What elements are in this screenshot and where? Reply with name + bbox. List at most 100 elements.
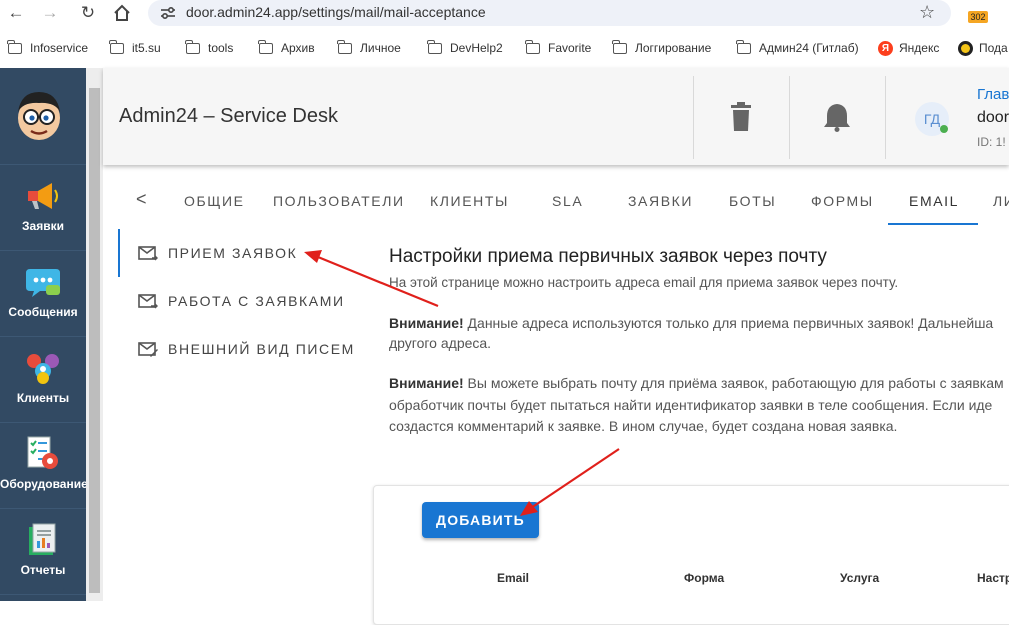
folder-icon	[736, 39, 751, 54]
nav-label: Сообщения	[8, 305, 78, 319]
mail-edit-icon	[138, 342, 158, 357]
megaphone-icon	[28, 183, 58, 209]
online-status-dot	[940, 125, 948, 133]
nav-item-clients[interactable]: Клиенты	[0, 337, 86, 423]
add-button[interactable]: ДОБАВИТЬ	[422, 502, 539, 538]
tab-general[interactable]: ОБЩИЕ	[184, 193, 245, 209]
nav-label: Оборудование	[0, 477, 88, 491]
header-divider	[885, 76, 886, 159]
page-title: Настройки приема первичных заявок через …	[389, 246, 827, 267]
header-divider	[789, 76, 790, 159]
trash-icon[interactable]	[729, 102, 753, 132]
extension-icon[interactable]: 302	[968, 0, 990, 24]
column-header-settings[interactable]: Настр	[977, 571, 1009, 585]
bookmarks-bar: Infoservice it5.su tools Архив Личное De…	[0, 36, 1009, 60]
active-tab-indicator	[888, 223, 978, 225]
user-name: door	[977, 109, 1009, 126]
user-role-link[interactable]: Глав	[977, 86, 1009, 103]
folder-icon	[337, 39, 352, 54]
warning-2: Внимание! Вы можете выбрать почту для пр…	[389, 373, 1004, 393]
bookmark-item[interactable]: Infoservice	[7, 39, 88, 57]
nav-item-messages[interactable]: Сообщения	[0, 251, 86, 337]
mail-forward-icon	[138, 294, 158, 309]
warning-1-cont: другого адреса.	[389, 335, 492, 351]
column-header-form[interactable]: Форма	[684, 571, 724, 585]
column-header-email[interactable]: Email	[497, 571, 529, 585]
subnav-label: ВНЕШНИЙ ВИД ПИСЕМ	[168, 341, 355, 357]
subnav-item-acceptance[interactable]: ПРИЕМ ЗАЯВОК	[138, 243, 297, 263]
bookmark-item[interactable]: Пода	[958, 39, 1008, 57]
bookmark-item[interactable]: Favorite	[525, 39, 591, 57]
app-header: Admin24 – Service Desk ГД Глав door ID: …	[103, 68, 1009, 165]
site-settings-icon[interactable]	[160, 6, 176, 20]
folder-icon	[258, 39, 273, 54]
avatar-initials: ГД	[923, 111, 941, 127]
warning-label: Внимание!	[389, 315, 464, 331]
folder-icon	[427, 39, 442, 54]
app-logo[interactable]	[0, 68, 86, 165]
subnav-label: ПРИЕМ ЗАЯВОК	[168, 245, 298, 261]
header-divider	[693, 76, 694, 159]
chat-bubble-icon	[26, 269, 60, 297]
sidebar-scrollbar-thumb[interactable]	[89, 88, 100, 593]
mascot-logo-icon	[18, 92, 60, 140]
yandex-icon: Я	[878, 40, 893, 56]
extension-badge: 302	[968, 11, 988, 23]
back-icon[interactable]: ←	[4, 2, 28, 24]
bookmark-item[interactable]: Я Яндекс	[878, 39, 939, 57]
tab-more[interactable]: ЛИ	[993, 193, 1009, 209]
reports-icon	[29, 523, 56, 555]
column-header-service[interactable]: Услуга	[840, 571, 879, 585]
warning-text: Данные адреса используются только для пр…	[463, 315, 994, 331]
tab-email[interactable]: EMAIL	[909, 193, 959, 209]
tab-users[interactable]: ПОЛЬЗОВАТЕЛИ	[273, 193, 405, 209]
user-id: ID: 1!	[977, 135, 1006, 149]
bell-icon[interactable]	[822, 102, 852, 132]
url-text[interactable]: door.admin24.app/settings/mail/mail-acce…	[186, 4, 486, 20]
bookmark-item[interactable]: Админ24 (Гитлаб)	[736, 39, 859, 57]
tab-clients[interactable]: КЛИЕНТЫ	[430, 193, 509, 209]
subnav-item-appearance[interactable]: ВНЕШНИЙ ВИД ПИСЕМ	[138, 339, 355, 359]
nav-label: Клиенты	[16, 391, 70, 405]
bookmark-item[interactable]: Архив	[258, 39, 315, 57]
browser-chrome: ← → ↻ door.admin24.app/settings/mail/mai…	[0, 0, 1009, 68]
warning-label: Внимание!	[389, 375, 464, 391]
app-sidebar: Заявки Сообщения Клиенты Оборудование От…	[0, 68, 88, 601]
folder-icon	[109, 39, 124, 54]
folder-icon	[525, 39, 540, 54]
warning-2-cont: обработчик почты будет пытаться найти ид…	[389, 397, 993, 413]
forward-icon[interactable]: →	[38, 2, 62, 24]
nav-label: Заявки	[22, 219, 64, 233]
folder-icon	[612, 39, 627, 54]
page-subtitle: На этой странице можно настроить адреса …	[389, 275, 899, 290]
tab-requests[interactable]: ЗАЯВКИ	[628, 193, 693, 209]
subnav-active-indicator	[118, 229, 120, 277]
bookmark-item[interactable]: Личное	[337, 39, 401, 57]
warning-2-cont: создастся комментарий к заявке. В ином с…	[389, 418, 898, 434]
tab-bots[interactable]: БОТЫ	[729, 193, 776, 209]
home-icon[interactable]	[110, 2, 134, 24]
nav-item-equipment[interactable]: Оборудование	[0, 423, 88, 509]
folder-icon	[7, 39, 22, 54]
tab-forms[interactable]: ФОРМЫ	[811, 193, 874, 209]
mail-receive-icon	[138, 246, 158, 261]
bookmark-item[interactable]: tools	[185, 39, 233, 57]
tabs-scroll-left[interactable]: <	[136, 189, 147, 210]
bookmark-item[interactable]: Логгирование	[612, 39, 711, 57]
tab-sla[interactable]: SLA	[552, 193, 583, 209]
equipment-checklist-icon	[27, 436, 58, 469]
podcast-icon	[958, 40, 973, 56]
browser-toolbar: ← → ↻ door.admin24.app/settings/mail/mai…	[0, 0, 1009, 30]
nav-item-reports[interactable]: Отчеты	[0, 509, 86, 595]
subnav-label: РАБОТА С ЗАЯВКАМИ	[168, 293, 345, 309]
subnav-item-processing[interactable]: РАБОТА С ЗАЯВКАМИ	[138, 291, 345, 311]
warning-1: Внимание! Данные адреса используются тол…	[389, 313, 993, 333]
reload-icon[interactable]: ↻	[76, 2, 100, 24]
app-title: Admin24 – Service Desk	[119, 105, 338, 127]
bookmark-star-icon[interactable]: ☆	[919, 2, 935, 23]
bookmark-item[interactable]: it5.su	[109, 39, 161, 57]
address-bar[interactable]: door.admin24.app/settings/mail/mail-acce…	[148, 0, 951, 26]
bookmark-item[interactable]: DevHelp2	[427, 39, 503, 57]
folder-icon	[185, 39, 200, 54]
nav-item-requests[interactable]: Заявки	[0, 165, 86, 251]
